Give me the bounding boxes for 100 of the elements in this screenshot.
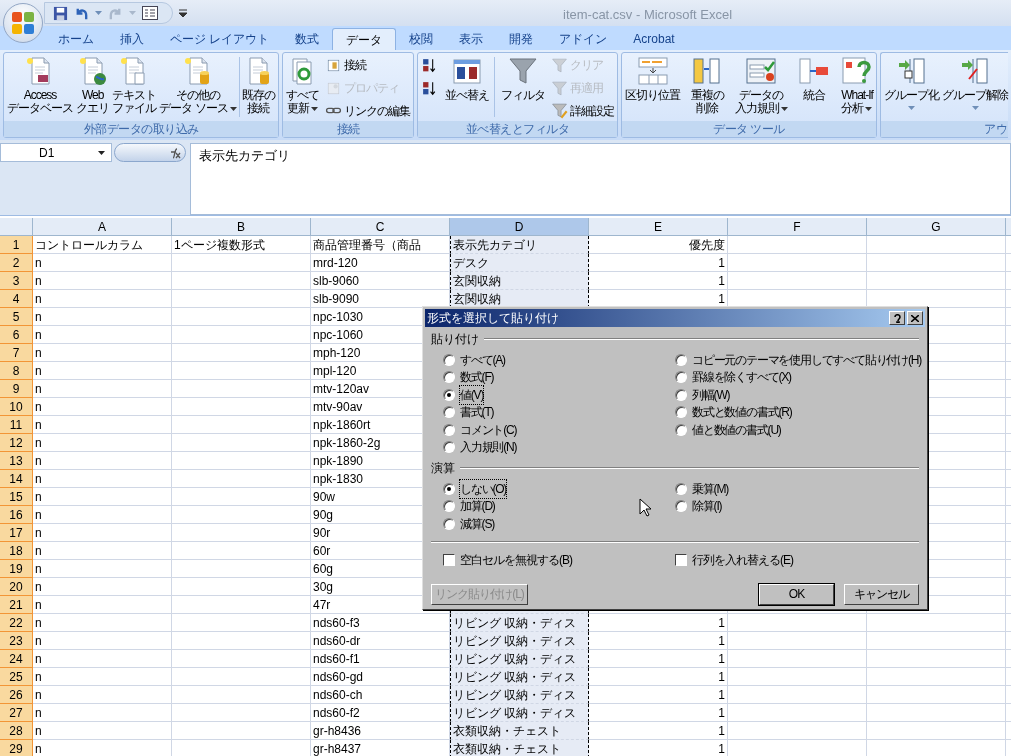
ribbon-button[interactable]: 区切り位置 (624, 53, 681, 121)
column-header[interactable]: E (589, 218, 728, 236)
radio-button[interactable] (443, 406, 455, 419)
row-header[interactable]: 9 (0, 380, 33, 398)
row-header[interactable]: 18 (0, 542, 33, 560)
ribbon-button[interactable]: グループ解除 (941, 53, 1009, 121)
radio-button[interactable] (675, 500, 687, 513)
row-header[interactable]: 15 (0, 488, 33, 506)
row-header[interactable]: 3 (0, 272, 33, 290)
ribbon-button[interactable]: 並べ替え (443, 53, 490, 121)
ribbon-button[interactable]: 重複の 削除 (689, 53, 725, 121)
table-cell: 1 (589, 272, 728, 290)
ribbon-button[interactable]: グループ化 (883, 53, 940, 121)
radio-button[interactable] (443, 423, 455, 436)
row-header[interactable]: 4 (0, 290, 33, 308)
radio-button[interactable] (443, 371, 455, 384)
ribbon-tab[interactable]: データ (332, 28, 397, 50)
row-header[interactable]: 13 (0, 452, 33, 470)
row-header[interactable]: 22 (0, 614, 33, 632)
consolidate-icon (798, 55, 831, 87)
row-header[interactable]: 25 (0, 668, 33, 686)
ribbon-button[interactable]: テキスト ファイル (111, 53, 158, 121)
row-header[interactable]: 6 (0, 326, 33, 344)
ribbon-tab[interactable]: 数式 (282, 28, 333, 50)
ribbon-button[interactable]: 統合 (797, 53, 832, 121)
ribbon-tab[interactable]: ホーム (45, 28, 107, 50)
table-cell: 玄関収納 (450, 272, 589, 290)
button-label: 重複の (690, 89, 724, 102)
form-icon[interactable] (142, 6, 158, 20)
radio-button[interactable] (443, 441, 455, 454)
office-button[interactable] (3, 3, 43, 43)
help-button[interactable] (889, 311, 905, 325)
column-header[interactable]: D (450, 218, 589, 236)
ribbon-button[interactable]: すべて 更新 (285, 53, 320, 121)
row-header[interactable]: 11 (0, 416, 33, 434)
ribbon-button[interactable]: データの 入力規則 (733, 53, 789, 121)
column-header[interactable]: B (172, 218, 311, 236)
row-header[interactable]: 24 (0, 650, 33, 668)
table-cell: 1 (589, 704, 728, 722)
row-header[interactable]: 5 (0, 308, 33, 326)
row-header[interactable]: 16 (0, 506, 33, 524)
function-icon (168, 146, 181, 159)
close-button[interactable] (907, 311, 923, 325)
formula-field[interactable]: 表示先カテゴリ (190, 143, 1011, 215)
button-label: 区切り位置 (625, 89, 680, 102)
radio-button[interactable] (675, 406, 687, 419)
button-label: 既存の (241, 89, 275, 102)
row-header[interactable]: 2 (0, 254, 33, 272)
row-header[interactable]: 23 (0, 632, 33, 650)
checkbox[interactable] (675, 553, 687, 566)
row-header[interactable]: 17 (0, 524, 33, 542)
radio-button[interactable] (675, 423, 687, 436)
row-header[interactable]: 1 (0, 236, 33, 254)
radio-button[interactable] (443, 500, 455, 513)
radio-button[interactable] (443, 482, 455, 495)
ribbon-small-button[interactable]: 詳細設定 (550, 100, 615, 121)
ribbon-button[interactable]: その他の データ ソース (158, 53, 238, 121)
dialog-button[interactable]: OK (759, 583, 834, 605)
group-label: 接続 (336, 121, 360, 137)
row-header[interactable]: 19 (0, 560, 33, 578)
row-header[interactable]: 20 (0, 578, 33, 596)
ribbon-button[interactable]: 既存の 接続 (240, 53, 276, 121)
ribbon-button[interactable]: フィルタ (499, 53, 546, 121)
ribbon-tab[interactable]: 校閲 (396, 28, 447, 50)
row-header[interactable]: 12 (0, 434, 33, 452)
row-header[interactable]: 26 (0, 686, 33, 704)
ribbon-tab[interactable]: アドイン (546, 28, 621, 50)
ribbon-tab[interactable]: 表示 (446, 28, 497, 50)
row-header[interactable]: 28 (0, 722, 33, 740)
ribbon-small-button[interactable]: 接続 (324, 55, 411, 76)
save-icon[interactable] (53, 5, 68, 21)
ribbon-tab[interactable]: 挿入 (107, 28, 157, 50)
radio-button[interactable] (443, 388, 455, 401)
ribbon-tab[interactable]: ページ レイアウト (157, 28, 283, 50)
row-header[interactable]: 27 (0, 704, 33, 722)
name-box[interactable]: D1 (0, 143, 112, 162)
column-header[interactable]: G (867, 218, 1006, 236)
customize-caret-icon[interactable] (179, 9, 187, 17)
column-header[interactable]: F (728, 218, 867, 236)
ribbon-button[interactable]: Web クエリ (75, 53, 111, 121)
row-header[interactable]: 21 (0, 596, 33, 614)
radio-button[interactable] (675, 353, 687, 366)
ribbon-small-button[interactable]: リンクの編集 (324, 100, 411, 121)
row-header[interactable]: 14 (0, 470, 33, 488)
ribbon-button[interactable]: What-If 分析 (840, 53, 874, 121)
column-header[interactable]: A (33, 218, 172, 236)
radio-button[interactable] (675, 371, 687, 384)
row-header[interactable]: 29 (0, 740, 33, 756)
dialog-button[interactable]: キャンセル (844, 583, 919, 605)
row-header[interactable]: 10 (0, 398, 33, 416)
column-header[interactable]: C (311, 218, 450, 236)
row-header[interactable]: 7 (0, 344, 33, 362)
checkbox[interactable] (443, 553, 455, 566)
ribbon-tab[interactable]: 開発 (496, 28, 547, 50)
row-header[interactable]: 8 (0, 362, 33, 380)
ribbon-tab[interactable]: Acrobat (620, 28, 688, 50)
table-cell: 1 (589, 722, 728, 740)
ribbon-button[interactable]: Access データベース (6, 53, 74, 121)
insert-function-button[interactable] (114, 143, 186, 162)
table-cell: n (33, 632, 172, 650)
